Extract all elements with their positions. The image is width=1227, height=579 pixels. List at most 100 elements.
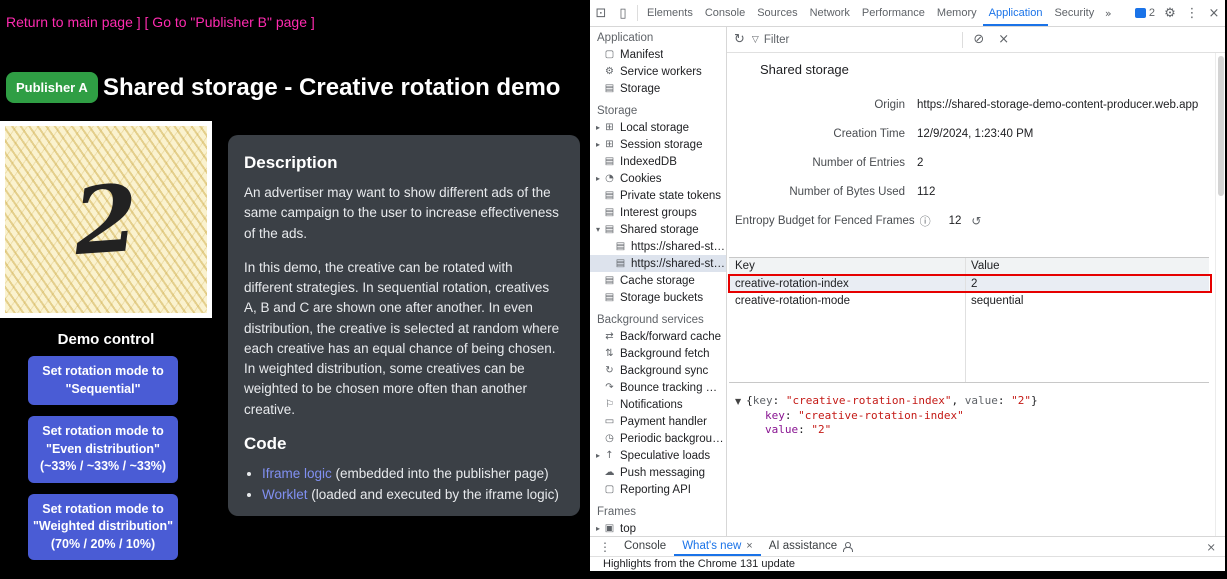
set-even-distribution-button[interactable]: Set rotation mode to "Even distribution"… (28, 416, 178, 483)
issues-icon (1135, 8, 1146, 18)
drawer-tab-whats-new[interactable]: What's new× (674, 537, 761, 556)
sidebar-item-shared-storage[interactable]: ▾▤Shared storage (590, 221, 726, 238)
tab-memory[interactable]: Memory (931, 0, 983, 26)
sidebar-item-notifications[interactable]: ⚐Notifications (590, 396, 726, 413)
brace: { (746, 394, 753, 407)
tab-application[interactable]: Application (983, 0, 1049, 26)
kebab-menu-icon[interactable]: ⋮ (1181, 6, 1203, 21)
tab-performance[interactable]: Performance (856, 0, 931, 26)
sidebar-item-label: Reporting API (620, 484, 691, 496)
sidebar-item-cookies[interactable]: ▸◔Cookies (590, 170, 726, 187)
twisty-icon[interactable]: ▸ (593, 123, 603, 132)
sidebar-item-shared-storage-origin-1[interactable]: ▤https://shared-storage… (590, 238, 726, 255)
sidebar-item-background-sync[interactable]: ↻Background sync (590, 362, 726, 379)
filter-input[interactable]: ▽ Filter (752, 34, 789, 46)
tab-security[interactable]: Security (1048, 0, 1100, 26)
sidebar-item-cache-storage[interactable]: ▤Cache storage (590, 272, 726, 289)
database-icon: ▤ (603, 275, 616, 286)
info-icon[interactable]: ⓘ (920, 213, 931, 229)
table-icon: ⊞ (603, 139, 616, 150)
sidebar-item-label: Background sync (620, 365, 708, 377)
preview-prop-name: value (765, 423, 798, 436)
inspect-icon[interactable]: ⊡ (590, 6, 612, 21)
sidebar-item-indexeddb[interactable]: ▤IndexedDB (590, 153, 726, 170)
tab-console[interactable]: Console (699, 0, 751, 26)
delete-all-icon[interactable]: ⊘ (966, 32, 991, 47)
sidebar-item-bounce-tracking[interactable]: ↷Bounce tracking miti… (590, 379, 726, 396)
meta-value: https://shared-storage-demo-content-prod… (917, 99, 1198, 111)
sidebar-item-push-messaging[interactable]: ☁Push messaging (590, 464, 726, 481)
preview-string: "2" (1011, 394, 1031, 407)
drawer-tab-ai-assistance[interactable]: AI assistance (761, 537, 860, 556)
sidebar-item-payment-handler[interactable]: ▭Payment handler (590, 413, 726, 430)
clear-icon[interactable]: × (991, 32, 1016, 47)
button-line: "Even distribution" (32, 441, 174, 459)
scrollbar-thumb[interactable] (1218, 56, 1224, 196)
sidebar-item-interest-groups[interactable]: ▤Interest groups (590, 204, 726, 221)
sidebar-item-session-storage[interactable]: ▸⊞Session storage (590, 136, 726, 153)
sidebar-item-local-storage[interactable]: ▸⊞Local storage (590, 119, 726, 136)
sidebar-item-label: Background fetch (620, 348, 710, 360)
column-header-value[interactable]: Value (965, 260, 1006, 272)
table-row[interactable]: creative-rotation-index 2 (729, 275, 1209, 292)
sidebar-item-manifest[interactable]: ▢Manifest (590, 46, 726, 63)
sidebar-item-back-forward-cache[interactable]: ⇄Back/forward cache (590, 328, 726, 345)
twisty-icon[interactable]: ▸ (593, 140, 603, 149)
tab-elements[interactable]: Elements (641, 0, 699, 26)
worklet-link[interactable]: Worklet (262, 487, 308, 502)
expander-down-icon[interactable]: ▼ (735, 397, 741, 406)
status-text: Highlights from the Chrome 131 update (603, 558, 795, 570)
twisty-icon[interactable]: ▾ (593, 225, 603, 234)
sidebar-item-storage[interactable]: ▤Storage (590, 80, 726, 97)
twisty-icon[interactable]: ▸ (593, 524, 603, 533)
database-icon: ▤ (603, 190, 616, 201)
arrow-up-icon: ↑ (603, 450, 616, 461)
drawer-kebab-menu-icon[interactable]: ⋮ (590, 540, 616, 554)
issues-badge[interactable]: 2 (1131, 7, 1159, 19)
sidebar-item-speculative-loads[interactable]: ▸↑ Speculative loads (590, 447, 726, 464)
sidebar-item-shared-storage-origin-2[interactable]: ▤https://shared-storage… (590, 255, 726, 272)
twisty-icon[interactable]: ▸ (593, 451, 603, 460)
sidebar-item-service-workers[interactable]: ⚙Service workers (590, 63, 726, 80)
button-line: "Sequential" (32, 381, 174, 399)
cookie-icon: ◔ (603, 173, 616, 184)
ad-creative-frame[interactable]: 2 (0, 121, 212, 318)
tab-sources[interactable]: Sources (751, 0, 803, 26)
sidebar-item-label: top (620, 523, 636, 535)
reset-budget-icon[interactable]: ↺ (971, 214, 981, 228)
cell-key: creative-rotation-mode (729, 295, 965, 307)
table-row[interactable]: creative-rotation-mode sequential (729, 292, 1209, 309)
list-item-text: (embedded into the publisher page) (332, 466, 549, 481)
column-header-key[interactable]: Key (729, 260, 965, 272)
service-worker-icon: ⚙ (603, 66, 616, 77)
close-drawer-icon[interactable]: × (1197, 540, 1225, 554)
sidebar-item-label: Speculative loads (620, 450, 710, 462)
tab-network[interactable]: Network (804, 0, 856, 26)
set-weighted-distribution-button[interactable]: Set rotation mode to "Weighted distribut… (28, 494, 178, 561)
close-devtools-icon[interactable]: × (1203, 6, 1225, 21)
device-toolbar-icon[interactable]: ▯ (612, 6, 634, 21)
devtools-tabbar: ⊡ ▯ Elements Console Sources Network Per… (590, 0, 1225, 27)
more-tabs-icon[interactable]: » (1100, 7, 1116, 20)
sidebar-item-periodic-background-sync[interactable]: ◷Periodic backgroun… (590, 430, 726, 447)
sidebar-item-reporting-api[interactable]: ▢Reporting API (590, 481, 726, 498)
gear-icon[interactable]: ⚙ (1159, 6, 1181, 21)
top-navigation-links[interactable]: Return to main page ] [ Go to "Publisher… (6, 14, 315, 30)
column-divider[interactable] (965, 258, 966, 382)
close-tab-icon[interactable]: × (746, 537, 752, 556)
set-sequential-button[interactable]: Set rotation mode to "Sequential" (28, 356, 178, 405)
button-line: Set rotation mode to (32, 423, 174, 441)
refresh-icon[interactable]: ↻ (727, 32, 752, 47)
sidebar-item-frames-top[interactable]: ▸▣top (590, 520, 726, 536)
iframe-logic-link[interactable]: Iframe logic (262, 466, 332, 481)
drawer-tab-console[interactable]: Console (616, 537, 674, 556)
vertical-scrollbar (1215, 53, 1225, 536)
preview-string: "2" (811, 423, 831, 436)
preview-summary-line: ▼{key: "creative-rotation-index", value:… (735, 394, 1217, 409)
sidebar-item-label: Interest groups (620, 207, 697, 219)
sidebar-item-background-fetch[interactable]: ⇅Background fetch (590, 345, 726, 362)
sidebar-item-storage-buckets[interactable]: ▤Storage buckets (590, 289, 726, 306)
sidebar-item-private-state-tokens[interactable]: ▤Private state tokens (590, 187, 726, 204)
sidebar-item-label: https://shared-storage… (631, 258, 726, 270)
twisty-icon[interactable]: ▸ (593, 174, 603, 183)
